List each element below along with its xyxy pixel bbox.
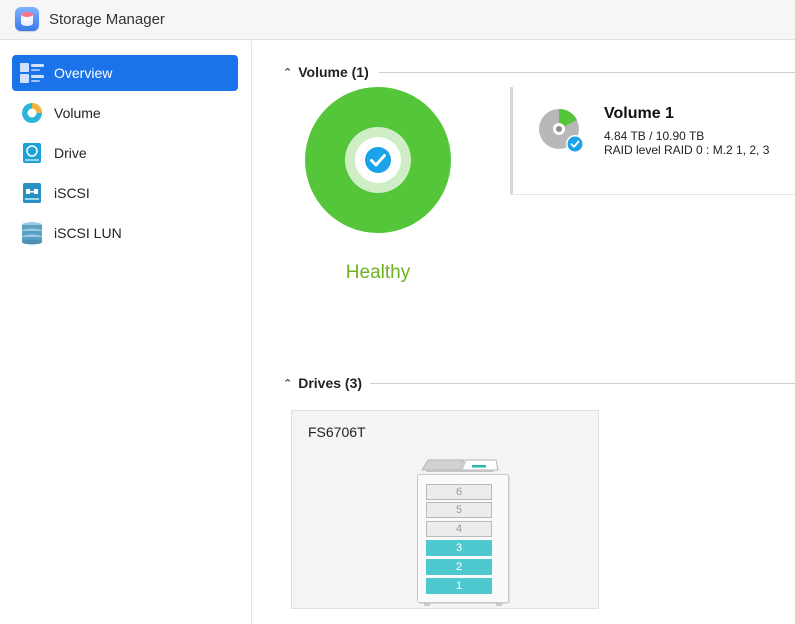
iscsi-lun-icon bbox=[20, 221, 44, 245]
sidebar: Overview Volume Drive iSCSI iSCSI LUN bbox=[0, 41, 252, 624]
sidebar-item-overview[interactable]: Overview bbox=[12, 55, 238, 91]
sidebar-item-label: Volume bbox=[54, 105, 101, 121]
sidebar-item-iscsi-lun[interactable]: iSCSI LUN bbox=[12, 215, 238, 251]
drive-bay-5[interactable]: 5 bbox=[426, 502, 492, 518]
section-divider bbox=[379, 72, 795, 73]
drive-bay-3[interactable]: 3 bbox=[426, 540, 492, 556]
sidebar-item-volume[interactable]: Volume bbox=[12, 95, 238, 131]
drive-bay-2[interactable]: 2 bbox=[426, 559, 492, 575]
volume-icon bbox=[20, 101, 44, 125]
volume-section-header[interactable]: ⌃ Volume (1) bbox=[283, 62, 369, 82]
chevron-up-icon: ⌃ bbox=[283, 66, 293, 79]
title-bar: Storage Manager bbox=[0, 0, 795, 40]
chevron-up-icon: ⌃ bbox=[283, 377, 293, 390]
volume-section-title: Volume (1) bbox=[298, 64, 369, 80]
sidebar-item-label: iSCSI bbox=[54, 185, 90, 201]
volume-health-donut bbox=[305, 87, 451, 233]
sidebar-item-label: iSCSI LUN bbox=[54, 225, 122, 241]
volume-raid-level: RAID level RAID 0 : M.2 1, 2, 3 bbox=[604, 143, 770, 157]
drive-bay-6[interactable]: 6 bbox=[426, 484, 492, 500]
volume-health-status: Healthy bbox=[345, 262, 411, 283]
overview-icon bbox=[20, 61, 44, 85]
volume-name: Volume 1 bbox=[604, 105, 674, 122]
drive-bay-4[interactable]: 4 bbox=[426, 521, 492, 537]
nas-foot bbox=[496, 603, 502, 606]
section-divider bbox=[370, 383, 795, 384]
drive-bay-1[interactable]: 1 bbox=[426, 578, 492, 594]
iscsi-icon bbox=[20, 181, 44, 205]
sidebar-item-label: Overview bbox=[54, 65, 113, 81]
volume-card[interactable]: Volume 1 4.84 TB / 10.90 TB RAID level R… bbox=[510, 87, 795, 195]
nas-device-card[interactable]: FS6706T 6 5 4 3 2 1 bbox=[291, 410, 599, 609]
sidebar-item-drive[interactable]: Drive bbox=[12, 135, 238, 171]
check-circle-icon bbox=[364, 146, 392, 174]
nas-foot bbox=[424, 603, 430, 606]
sidebar-item-iscsi[interactable]: iSCSI bbox=[12, 175, 238, 211]
volume-disk-icon bbox=[537, 107, 587, 157]
volume-usage: 4.84 TB / 10.90 TB bbox=[604, 129, 705, 143]
window-title: Storage Manager bbox=[49, 11, 165, 28]
drive-icon bbox=[20, 141, 44, 165]
storage-manager-app-icon bbox=[15, 7, 39, 31]
drives-section-title: Drives (3) bbox=[298, 375, 363, 391]
drives-section-header[interactable]: ⌃ Drives (3) bbox=[283, 373, 362, 393]
nas-model-name: FS6706T bbox=[308, 424, 366, 440]
sidebar-item-label: Drive bbox=[54, 145, 87, 161]
nas-drive-bays: 6 5 4 3 2 1 bbox=[417, 474, 509, 606]
nas-device-icon bbox=[420, 456, 500, 472]
